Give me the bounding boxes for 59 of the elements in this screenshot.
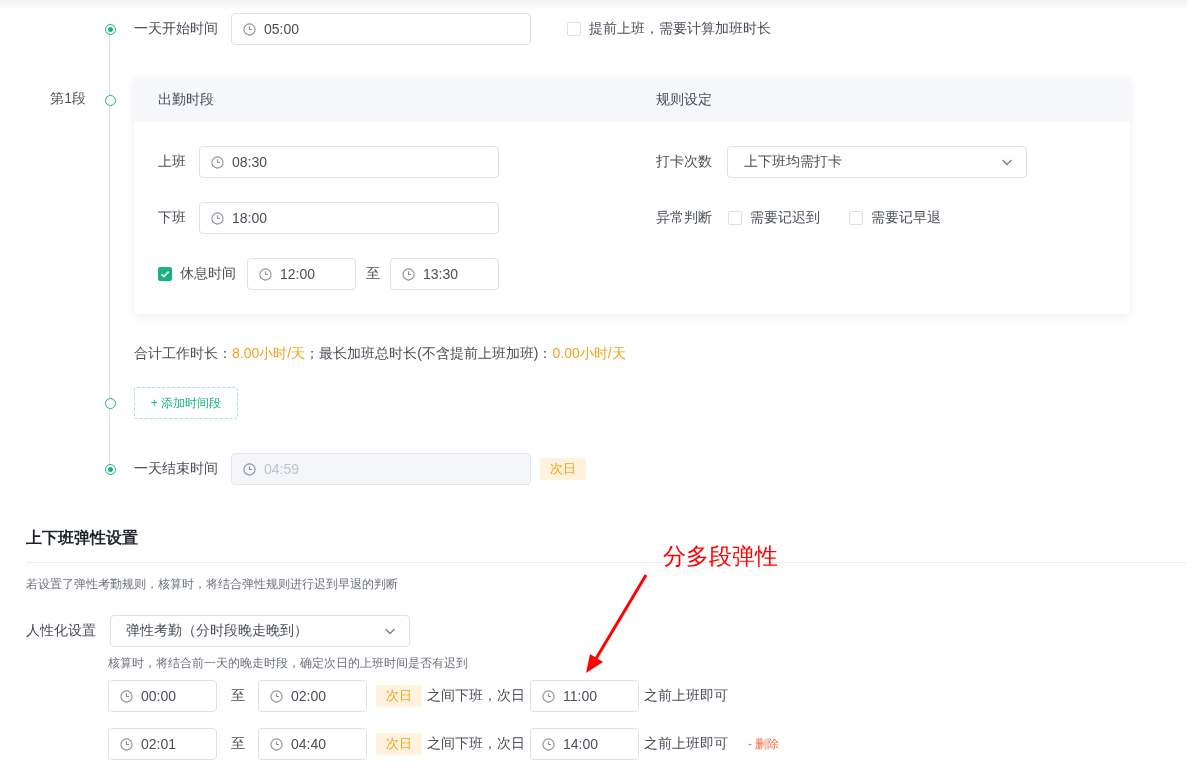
checkbox-label: 需要记迟到 xyxy=(750,209,820,227)
dropdown[interactable]: 上下班均需打卡 xyxy=(727,146,1027,178)
field-label: 打卡次数 xyxy=(656,153,713,171)
field-label: 人性化设置 xyxy=(26,622,97,640)
time-field[interactable]: 02:00 xyxy=(258,680,367,712)
field-label: 一天结束时间 xyxy=(134,460,219,478)
field-label: 上班 xyxy=(158,153,187,171)
hint-text: 核算时，将结合前一天的晚走时段，确定次日的上班时间是否有迟到 xyxy=(108,655,469,671)
clock-icon xyxy=(542,737,555,751)
highlighted-value: 0.00小时/天 xyxy=(552,345,626,361)
highlighted-value: 8.00小时/天 xyxy=(232,345,306,361)
field-label: 下班 xyxy=(158,209,187,227)
clock-icon xyxy=(120,689,133,703)
summary-text: 合计工作时长： xyxy=(134,345,232,361)
time-field[interactable]: 11:00 xyxy=(530,680,639,712)
checkbox[interactable] xyxy=(158,267,172,281)
summary-text: ；最长加班总时长(不含提前上班加班)： xyxy=(305,345,553,361)
segment-label: 第1段 xyxy=(50,90,86,106)
annotation-text: 分多段弹性 xyxy=(663,542,778,571)
clock-icon xyxy=(243,22,256,36)
time-field[interactable]: 14:00 xyxy=(530,728,639,760)
checkmark-icon xyxy=(160,269,170,279)
checkbox-label: 提前上班，需要计算加班时长 xyxy=(589,20,771,38)
rule-text: 之前上班即可 xyxy=(644,735,728,753)
clock-icon xyxy=(120,737,133,751)
range-separator: 至 xyxy=(229,735,246,753)
clock-icon xyxy=(243,462,256,476)
time-field[interactable]: 12:00 xyxy=(247,258,356,290)
time-field[interactable]: 02:01 xyxy=(108,728,217,760)
clock-icon xyxy=(270,689,283,703)
time-field[interactable]: 18:00 xyxy=(199,202,499,234)
range-separator: 至 xyxy=(229,687,246,705)
time-field[interactable]: 08:30 xyxy=(199,146,499,178)
column-header: 出勤时段 xyxy=(158,91,214,107)
next-day-tag: 次日 xyxy=(540,458,586,480)
rule-text: 之间下班，次日 xyxy=(427,687,525,705)
description-text: 若设置了弹性考勤规则，核算时，将结合弹性规则进行迟到早退的判断 xyxy=(26,576,399,592)
clock-icon xyxy=(542,689,555,703)
section-title: 上下班弹性设置 xyxy=(26,528,139,548)
time-field[interactable]: 00:00 xyxy=(108,680,217,712)
clock-icon xyxy=(270,737,283,751)
next-day-tag: 次日 xyxy=(376,685,422,707)
clock-icon xyxy=(211,155,224,169)
range-separator: 至 xyxy=(364,265,381,283)
clock-icon xyxy=(211,211,224,225)
rule-text: 之前上班即可 xyxy=(644,687,728,705)
dropdown[interactable]: 弹性考勤（分时段晚走晚到） xyxy=(110,615,410,647)
time-field[interactable]: 05:00 xyxy=(231,13,531,45)
clock-icon xyxy=(259,267,272,281)
field-label: 一天开始时间 xyxy=(134,20,219,38)
time-field[interactable]: 04:40 xyxy=(258,728,367,760)
rule-text: 之间下班，次日 xyxy=(427,735,525,753)
clock-icon xyxy=(402,267,415,281)
next-day-tag: 次日 xyxy=(376,733,422,755)
field-label: 异常判断 xyxy=(656,209,713,227)
checkbox-label: 需要记早退 xyxy=(871,209,941,227)
checkbox-label: 休息时间 xyxy=(180,265,236,283)
column-header: 规则设定 xyxy=(656,91,712,107)
time-field[interactable]: 13:30 xyxy=(390,258,499,290)
